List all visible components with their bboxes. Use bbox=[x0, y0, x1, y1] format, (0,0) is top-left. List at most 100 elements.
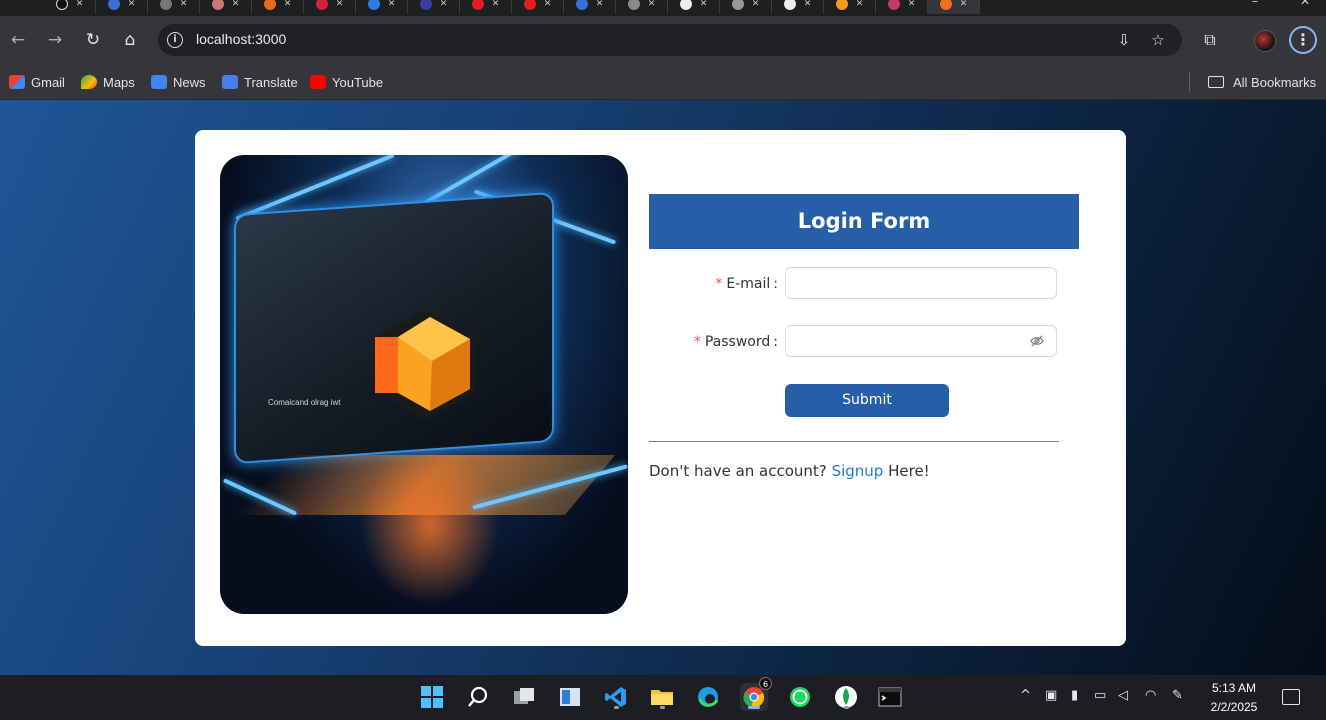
volume-icon[interactable]: ◁ bbox=[1118, 688, 1128, 703]
tab-close-icon[interactable]: ✕ bbox=[284, 0, 292, 9]
system-clock[interactable]: 5:13 AM 2/2/2025 bbox=[1204, 679, 1264, 717]
browser-tab[interactable]: ✕ bbox=[668, 0, 720, 14]
notification-icon[interactable] bbox=[1282, 689, 1300, 705]
tab-favicon-icon bbox=[783, 0, 796, 10]
reload-icon[interactable]: ↻ bbox=[81, 28, 105, 52]
eye-invisible-icon[interactable] bbox=[1030, 334, 1044, 348]
bookmark-label: News bbox=[173, 74, 206, 90]
microphone-icon[interactable]: ▮ bbox=[1071, 688, 1078, 703]
login-card: Comaicand olrag iwt Login Form * E-mail: … bbox=[195, 130, 1126, 646]
email-label-text: E-mail bbox=[726, 276, 771, 292]
tab-close-icon[interactable]: ✕ bbox=[960, 0, 968, 9]
minimize-icon[interactable]: – bbox=[1245, 0, 1265, 10]
browser-tab[interactable]: ✕ bbox=[408, 0, 460, 14]
extensions-icon[interactable]: ⧉ bbox=[1198, 28, 1222, 52]
close-window-icon[interactable]: ✕ bbox=[1295, 0, 1315, 10]
chrome-icon[interactable]: 6 bbox=[740, 677, 772, 711]
browser-tab[interactable]: ✕ bbox=[304, 0, 356, 14]
browser-tab-active[interactable]: ✕ bbox=[928, 0, 980, 14]
browser-tab[interactable]: ✕ bbox=[148, 0, 200, 14]
site-info-icon[interactable]: i bbox=[167, 32, 183, 48]
tab-favicon-icon bbox=[263, 0, 276, 10]
running-indicator bbox=[660, 706, 665, 709]
windows-start-icon[interactable] bbox=[418, 683, 446, 711]
wifi-icon[interactable]: ◠ bbox=[1145, 688, 1156, 703]
tab-close-icon[interactable]: ✕ bbox=[128, 0, 136, 9]
tab-close-icon[interactable]: ✕ bbox=[76, 0, 84, 9]
battery-icon[interactable]: ▭ bbox=[1094, 688, 1106, 703]
signup-link[interactable]: Signup bbox=[832, 462, 884, 480]
email-input[interactable] bbox=[785, 267, 1057, 299]
tab-favicon-icon bbox=[575, 0, 588, 10]
back-icon[interactable]: ← bbox=[6, 28, 30, 52]
vscode-icon[interactable] bbox=[602, 683, 630, 711]
tab-close-icon[interactable]: ✕ bbox=[440, 0, 448, 9]
pen-icon[interactable]: ✎ bbox=[1172, 688, 1183, 703]
browser-tab[interactable]: ✕ bbox=[876, 0, 928, 14]
url-text[interactable]: localhost:3000 bbox=[196, 31, 286, 47]
browser-tab[interactable]: ✕ bbox=[720, 0, 772, 14]
browser-tab[interactable]: ✕ bbox=[824, 0, 876, 14]
browser-tab[interactable]: ✕ bbox=[252, 0, 304, 14]
profile-avatar[interactable] bbox=[1254, 30, 1276, 52]
home-icon[interactable]: ⌂ bbox=[118, 28, 142, 52]
hero-caption: Comaicand olrag iwt bbox=[268, 398, 341, 407]
tab-favicon-icon bbox=[731, 0, 744, 10]
bookmark-star-icon[interactable]: ☆ bbox=[1148, 30, 1168, 50]
tab-favicon-icon bbox=[887, 0, 900, 10]
whatsapp-icon[interactable] bbox=[786, 683, 814, 711]
terminal-icon[interactable] bbox=[876, 683, 904, 711]
search-icon[interactable] bbox=[464, 683, 492, 711]
browser-tab[interactable]: ✕ bbox=[200, 0, 252, 14]
task-view-icon[interactable] bbox=[510, 683, 538, 711]
submit-button[interactable]: Submit bbox=[785, 384, 949, 417]
tab-close-icon[interactable]: ✕ bbox=[752, 0, 760, 9]
label-colon: : bbox=[773, 334, 778, 350]
tab-close-icon[interactable]: ✕ bbox=[388, 0, 396, 9]
tray-app-icon[interactable]: ▣ bbox=[1045, 688, 1057, 703]
tab-favicon-icon bbox=[627, 0, 640, 10]
bookmark-gmail[interactable]: Gmail bbox=[9, 71, 65, 93]
install-app-icon[interactable]: ⇩ bbox=[1114, 30, 1134, 50]
page-viewport: Comaicand olrag iwt Login Form * E-mail: … bbox=[0, 100, 1326, 675]
tab-favicon-icon bbox=[419, 0, 432, 10]
tray-overflow-icon[interactable]: ^ bbox=[1020, 688, 1031, 703]
tab-close-icon[interactable]: ✕ bbox=[544, 0, 552, 9]
required-mark: * bbox=[693, 334, 701, 350]
browser-tab[interactable]: ✕ bbox=[772, 0, 824, 14]
tab-close-icon[interactable]: ✕ bbox=[804, 0, 812, 9]
browser-tab[interactable]: ✕ bbox=[356, 0, 408, 14]
tab-close-icon[interactable]: ✕ bbox=[232, 0, 240, 9]
tab-close-icon[interactable]: ✕ bbox=[336, 0, 344, 9]
browser-menu-icon[interactable]: ⋮ bbox=[1289, 26, 1317, 54]
tab-close-icon[interactable]: ✕ bbox=[648, 0, 656, 9]
clock-date: 2/2/2025 bbox=[1210, 700, 1258, 714]
active-indicator bbox=[748, 706, 760, 709]
tab-close-icon[interactable]: ✕ bbox=[596, 0, 604, 9]
all-bookmarks-button[interactable]: All Bookmarks bbox=[1208, 71, 1316, 93]
browser-tab[interactable]: ✕ bbox=[460, 0, 512, 14]
address-bar[interactable]: i localhost:3000 ⇩ ☆ bbox=[158, 24, 1182, 56]
browser-tab[interactable]: ✕ bbox=[512, 0, 564, 14]
bookmark-youtube[interactable]: YouTube bbox=[310, 71, 383, 93]
signup-prefix: Don't have an account? bbox=[649, 462, 827, 480]
tab-close-icon[interactable]: ✕ bbox=[856, 0, 864, 9]
password-input[interactable] bbox=[785, 325, 1057, 357]
tab-close-icon[interactable]: ✕ bbox=[700, 0, 708, 9]
browser-tab[interactable]: ✕ bbox=[616, 0, 668, 14]
tab-close-icon[interactable]: ✕ bbox=[180, 0, 188, 9]
bookmark-news[interactable]: News bbox=[151, 71, 206, 93]
browser-tab[interactable]: ✕ bbox=[564, 0, 616, 14]
bookmark-maps[interactable]: Maps bbox=[81, 71, 135, 93]
forward-icon[interactable]: → bbox=[43, 28, 67, 52]
tab-close-icon[interactable]: ✕ bbox=[492, 0, 500, 9]
edge-icon[interactable] bbox=[694, 683, 722, 711]
file-explorer-icon[interactable] bbox=[648, 683, 676, 711]
tab-close-icon[interactable]: ✕ bbox=[908, 0, 916, 9]
browser-tab[interactable]: ✕ bbox=[96, 0, 148, 14]
translate-icon bbox=[222, 75, 238, 89]
browser-tab[interactable]: ✕ bbox=[44, 0, 96, 14]
widgets-icon[interactable] bbox=[556, 683, 584, 711]
bookmark-translate[interactable]: Translate bbox=[222, 71, 298, 93]
mongodb-icon[interactable] bbox=[832, 683, 860, 711]
